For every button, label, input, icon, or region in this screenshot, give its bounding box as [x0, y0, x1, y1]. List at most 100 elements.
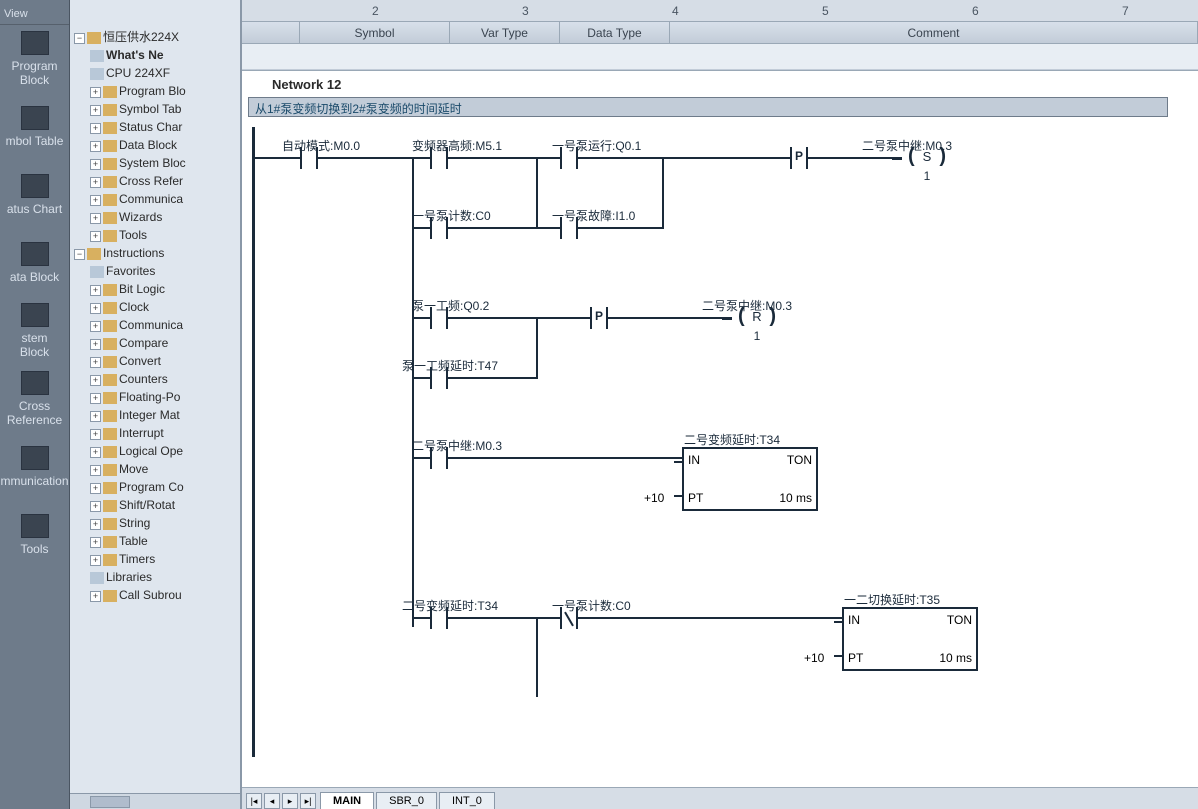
tree-node[interactable]: +Timers	[90, 550, 240, 568]
palette-cross-ref[interactable]: Cross Reference	[5, 367, 65, 431]
tree-node[interactable]: +Wizards	[90, 208, 240, 226]
coil-set[interactable]: (S) 1	[902, 147, 952, 171]
timer-box[interactable]: 一二切换延时:T35 IN TON PT 10 ms +10	[842, 607, 978, 671]
palette-tools[interactable]: Tools	[5, 503, 65, 567]
contact-no[interactable]	[292, 147, 326, 169]
tree-node[interactable]: +Communica	[90, 190, 240, 208]
tree-node[interactable]: +Call Subrou	[90, 586, 240, 604]
tab-nav-next[interactable]: ▸	[282, 793, 298, 809]
expand-icon[interactable]: +	[90, 123, 101, 134]
contact-no[interactable]	[552, 217, 586, 239]
expand-icon[interactable]: +	[90, 159, 101, 170]
palette-symbol-table[interactable]: mbol Table	[5, 95, 65, 159]
expand-icon[interactable]: +	[90, 375, 101, 386]
expand-icon[interactable]: +	[90, 519, 101, 530]
expand-icon[interactable]: +	[90, 447, 101, 458]
tree-node[interactable]: +Interrupt	[90, 424, 240, 442]
expand-icon[interactable]: +	[90, 339, 101, 350]
project-tree[interactable]: −恒压供水224X What's Ne CPU 224XF +Program B…	[70, 28, 240, 809]
contact-no[interactable]	[422, 447, 456, 469]
tree-root[interactable]: −恒压供水224X What's Ne CPU 224XF +Program B…	[74, 28, 240, 244]
tree-node[interactable]: +System Bloc	[90, 154, 240, 172]
expand-icon[interactable]: +	[90, 591, 101, 602]
tab-nav-prev[interactable]: ◂	[264, 793, 280, 809]
expand-icon[interactable]: +	[90, 285, 101, 296]
expand-icon[interactable]: +	[90, 465, 101, 476]
expand-icon[interactable]: +	[90, 177, 101, 188]
contact-no[interactable]	[422, 367, 456, 389]
timer-box[interactable]: 二号变频延时:T34 IN TON PT 10 ms +10	[682, 447, 818, 511]
collapse-icon[interactable]: −	[74, 33, 85, 44]
expand-icon[interactable]: +	[90, 195, 101, 206]
tree-node[interactable]: +Convert	[90, 352, 240, 370]
coil-reset[interactable]: (R) 1	[732, 307, 782, 331]
ladder-diagram[interactable]: 自动模式:M0.0 变频器高频:M5.1 一号泵运行:Q0.1 P 二号泵中继:…	[252, 127, 1178, 757]
expand-icon[interactable]: +	[90, 411, 101, 422]
tree-node[interactable]: +Cross Refer	[90, 172, 240, 190]
tree-node[interactable]: Libraries	[90, 568, 240, 586]
contact-no[interactable]	[422, 307, 456, 329]
tree-hscrollbar[interactable]	[70, 793, 240, 809]
tree-whatsnew[interactable]: What's Ne	[90, 46, 240, 64]
palette-system-block[interactable]: stem Block	[5, 299, 65, 363]
tree-node[interactable]: +String	[90, 514, 240, 532]
tree-node[interactable]: Favorites	[90, 262, 240, 280]
col-datatype[interactable]: Data Type	[560, 22, 670, 43]
expand-icon[interactable]: +	[90, 105, 101, 116]
expand-icon[interactable]: +	[90, 483, 101, 494]
expand-icon[interactable]: +	[90, 537, 101, 548]
expand-icon[interactable]: +	[90, 393, 101, 404]
palette-data-block[interactable]: ata Block	[5, 231, 65, 295]
tree-cpu[interactable]: CPU 224XF	[90, 64, 240, 82]
contact-no[interactable]	[552, 147, 586, 169]
tree-node[interactable]: +Bit Logic	[90, 280, 240, 298]
expand-icon[interactable]: +	[90, 213, 101, 224]
expand-icon[interactable]: +	[90, 357, 101, 368]
tab-sbr0[interactable]: SBR_0	[376, 792, 437, 809]
collapse-icon[interactable]: −	[74, 249, 85, 260]
scroll-thumb[interactable]	[90, 796, 130, 808]
contact-no[interactable]	[422, 607, 456, 629]
tree-node[interactable]: +Program Co	[90, 478, 240, 496]
network-comment[interactable]: 从1#泵变频切换到2#泵变频的时间延时	[248, 97, 1168, 117]
tree-node[interactable]: +Communica	[90, 316, 240, 334]
contact-pulse[interactable]: P	[782, 147, 816, 169]
col-vartype[interactable]: Var Type	[450, 22, 560, 43]
contact-no[interactable]	[422, 217, 456, 239]
var-table-row[interactable]	[242, 44, 1198, 70]
expand-icon[interactable]: +	[90, 429, 101, 440]
tab-nav-first[interactable]: |◂	[246, 793, 262, 809]
tree-node[interactable]: +Clock	[90, 298, 240, 316]
contact-pulse[interactable]: P	[582, 307, 616, 329]
expand-icon[interactable]: +	[90, 231, 101, 242]
col-comment[interactable]: Comment	[670, 22, 1198, 43]
tree-node[interactable]: +Data Block	[90, 136, 240, 154]
tree-node[interactable]: +Table	[90, 532, 240, 550]
tab-int0[interactable]: INT_0	[439, 792, 495, 809]
tree-node[interactable]: +Integer Mat	[90, 406, 240, 424]
tree-node[interactable]: +Shift/Rotat	[90, 496, 240, 514]
tree-node[interactable]: +Symbol Tab	[90, 100, 240, 118]
tree-node[interactable]: +Move	[90, 460, 240, 478]
expand-icon[interactable]: +	[90, 141, 101, 152]
expand-icon[interactable]: +	[90, 303, 101, 314]
contact-no[interactable]	[422, 147, 456, 169]
expand-icon[interactable]: +	[90, 321, 101, 332]
palette-status-chart[interactable]: atus Chart	[5, 163, 65, 227]
expand-icon[interactable]: +	[90, 555, 101, 566]
tree-node[interactable]: +Counters	[90, 370, 240, 388]
tree-node[interactable]: +Compare	[90, 334, 240, 352]
expand-icon[interactable]: +	[90, 87, 101, 98]
network-area[interactable]: Network 12 从1#泵变频切换到2#泵变频的时间延时 自动模式:M0.0…	[242, 70, 1198, 787]
tab-main[interactable]: MAIN	[320, 792, 374, 809]
palette-comm[interactable]: mmunication	[5, 435, 65, 499]
tree-instructions[interactable]: −Instructions Favorites +Bit Logic +Cloc…	[74, 244, 240, 604]
tree-node[interactable]: +Program Blo	[90, 82, 240, 100]
contact-nc[interactable]	[552, 607, 586, 629]
palette-program-block[interactable]: Program Block	[5, 27, 65, 91]
tree-node[interactable]: +Floating-Po	[90, 388, 240, 406]
tree-node[interactable]: +Status Char	[90, 118, 240, 136]
tab-nav-last[interactable]: ▸|	[300, 793, 316, 809]
col-gutter[interactable]	[242, 22, 300, 43]
tree-node[interactable]: +Logical Ope	[90, 442, 240, 460]
